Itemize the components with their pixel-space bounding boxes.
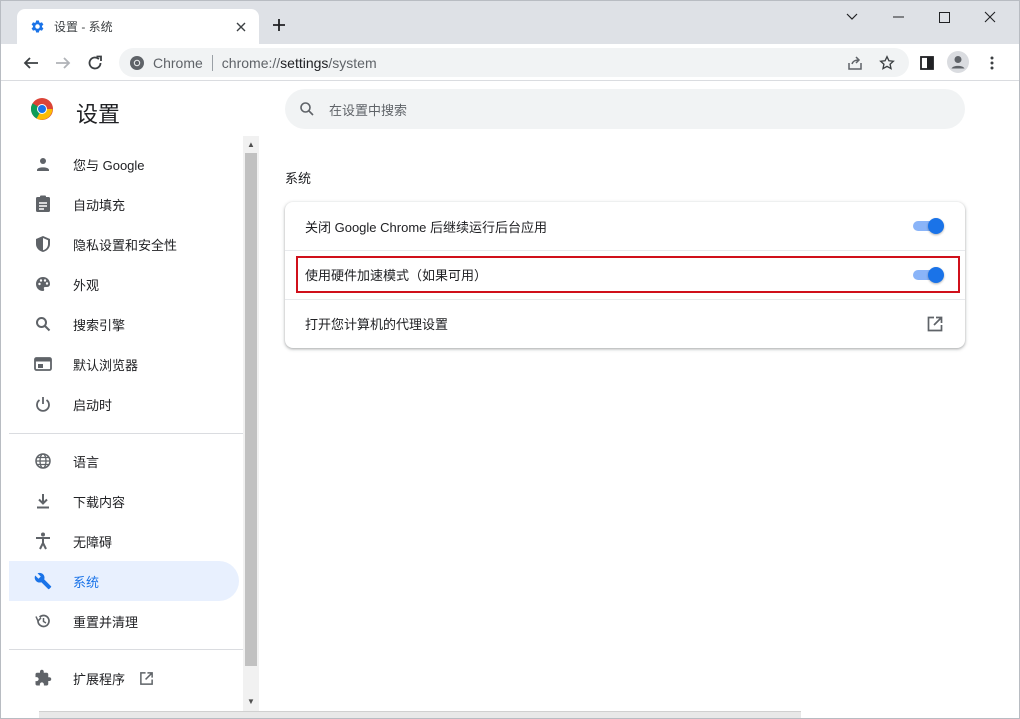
setting-label: 关闭 Google Chrome 后继续运行后台应用: [305, 219, 547, 235]
avatar[interactable]: [947, 51, 969, 73]
sidebar-item-label: 启动时: [73, 397, 113, 413]
gear-icon: [29, 19, 45, 35]
minimize-button[interactable]: [875, 1, 921, 33]
toolbar: Chrome chrome://settings/system: [1, 44, 1019, 81]
clipboard-icon: [33, 194, 53, 214]
sidebar-item-search-engine[interactable]: 搜索引擎: [9, 304, 239, 344]
person-icon: [33, 154, 53, 174]
horizontal-scrollbar[interactable]: [39, 711, 801, 718]
chrome-logo-icon: [30, 97, 54, 121]
sidebar: 您与 Google 自动填充 隐私设置和安全性 外观 搜索引擎 默认浏览器 启动…: [1, 141, 243, 718]
sidebar-item-you-and-google[interactable]: 您与 Google: [9, 144, 239, 184]
reload-button[interactable]: [82, 50, 108, 76]
share-icon[interactable]: [844, 52, 866, 74]
more-vert-icon[interactable]: [981, 52, 1003, 74]
scroll-thumb[interactable]: [245, 153, 257, 666]
divider: [211, 54, 213, 71]
page-title: 设置: [76, 102, 121, 127]
globe-icon: [33, 451, 53, 471]
sidebar-item-privacy[interactable]: 隐私设置和安全性: [9, 224, 239, 264]
sidebar-item-extensions[interactable]: 扩展程序: [9, 658, 239, 698]
forward-button[interactable]: [50, 50, 76, 76]
sidebar-item-label: 隐私设置和安全性: [73, 237, 178, 253]
browser-icon: [33, 354, 53, 374]
puzzle-icon: [33, 668, 53, 688]
maximize-button[interactable]: [921, 1, 967, 33]
sidebar-item-downloads[interactable]: 下载内容: [9, 481, 239, 521]
history-icon: [33, 611, 53, 631]
sidebar-divider: [9, 433, 243, 434]
section-title: 系统: [285, 171, 312, 186]
sidebar-item-label: 搜索引擎: [73, 317, 126, 333]
tab-title: 设置 - 系统: [54, 20, 113, 34]
side-panel-icon[interactable]: [916, 52, 938, 74]
setting-row-proxy[interactable]: 打开您计算机的代理设置: [285, 299, 965, 347]
power-icon: [33, 394, 53, 414]
sidebar-item-label: 默认浏览器: [73, 357, 139, 373]
window-close-button[interactable]: [967, 1, 1013, 33]
sidebar-item-accessibility[interactable]: 无障碍: [9, 521, 239, 561]
sidebar-item-on-startup[interactable]: 启动时: [9, 384, 239, 424]
sidebar-divider: [9, 649, 243, 650]
sidebar-item-label: 下载内容: [73, 494, 126, 510]
sidebar-item-label: 您与 Google: [73, 157, 145, 173]
search-icon: [299, 101, 315, 117]
sidebar-item-autofill[interactable]: 自动填充: [9, 184, 239, 224]
palette-icon: [33, 274, 53, 294]
setting-label: 打开您计算机的代理设置: [305, 317, 449, 332]
sidebar-item-label: 重置并清理: [73, 614, 139, 630]
background-apps-toggle[interactable]: [913, 218, 945, 234]
search-input[interactable]: 在设置中搜索: [285, 89, 965, 129]
sidebar-item-default-browser[interactable]: 默认浏览器: [9, 344, 239, 384]
download-icon: [33, 491, 53, 511]
highlight-box: [296, 256, 960, 293]
new-tab-button[interactable]: [269, 15, 289, 35]
search-placeholder: 在设置中搜索: [329, 102, 408, 118]
sidebar-item-label: 外观: [73, 277, 100, 293]
sidebar-item-label: 扩展程序: [73, 671, 126, 687]
sidebar-item-label: 自动填充: [73, 197, 126, 213]
shield-icon: [33, 234, 53, 254]
star-icon[interactable]: [876, 52, 898, 74]
scroll-down-icon[interactable]: ▼: [247, 698, 255, 706]
sidebar-item-system[interactable]: 系统: [9, 561, 239, 601]
sidebar-item-languages[interactable]: 语言: [9, 441, 239, 481]
chevron-down-icon[interactable]: [829, 1, 875, 33]
sidebar-item-label: 无障碍: [73, 534, 113, 550]
sidebar-item-reset[interactable]: 重置并清理: [9, 601, 239, 641]
wrench-icon: [33, 571, 53, 591]
address-bar[interactable]: Chrome chrome://settings/system: [119, 48, 909, 77]
url-text: chrome://settings/system: [221, 54, 377, 71]
back-button[interactable]: [18, 50, 44, 76]
open-in-new-icon: [139, 671, 154, 686]
browser-window: 设置 - 系统 Chrome chrome://settings/system …: [0, 0, 1020, 719]
tab-settings[interactable]: 设置 - 系统: [17, 9, 259, 44]
chrome-icon: [129, 55, 145, 71]
setting-row-background-apps[interactable]: 关闭 Google Chrome 后继续运行后台应用: [285, 202, 965, 250]
close-icon[interactable]: [233, 19, 249, 35]
sidebar-item-label: 系统: [73, 574, 100, 590]
sidebar-item-appearance[interactable]: 外观: [9, 264, 239, 304]
scroll-up-icon[interactable]: ▲: [247, 141, 255, 149]
open-in-new-icon[interactable]: [925, 314, 945, 334]
sidebar-item-label: 语言: [73, 454, 100, 470]
accessibility-icon: [33, 531, 53, 551]
sidebar-scrollbar[interactable]: ▲ ▼: [243, 136, 259, 711]
tab-strip: 设置 - 系统: [1, 1, 1019, 44]
search-icon: [33, 314, 53, 334]
site-label: Chrome: [153, 54, 203, 71]
